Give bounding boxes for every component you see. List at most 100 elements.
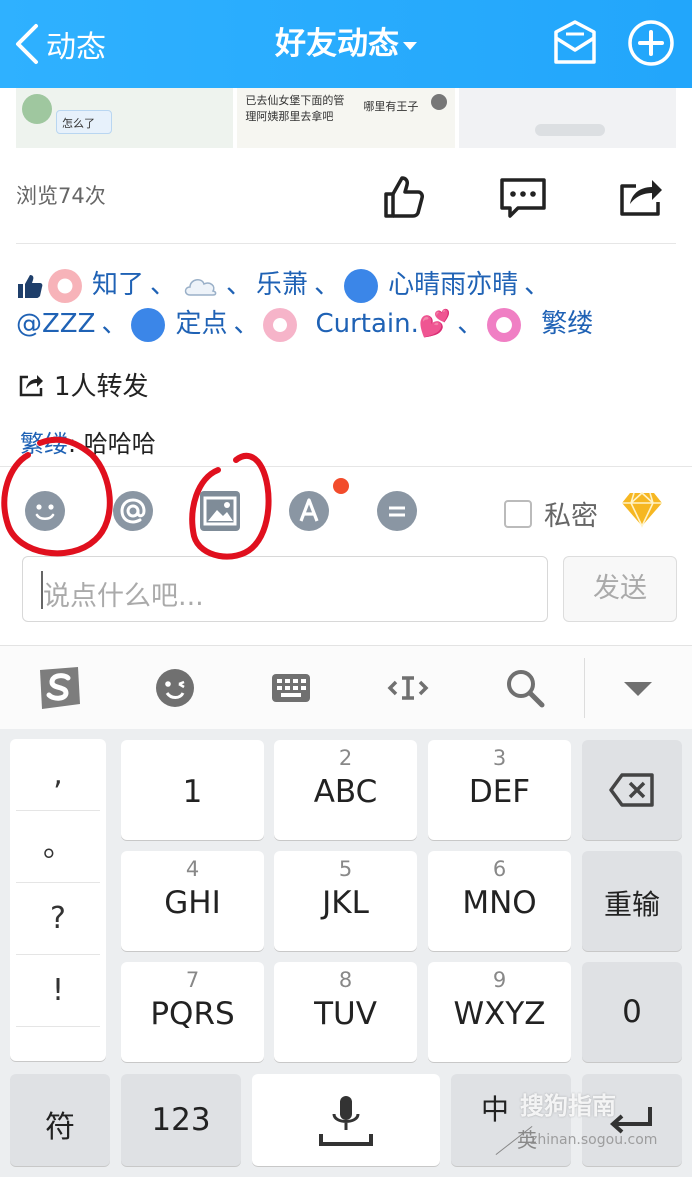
keyboard-icon[interactable] xyxy=(269,666,313,710)
space-voice-key[interactable] xyxy=(252,1074,440,1166)
key-number: 9 xyxy=(492,968,507,992)
key-3[interactable]: 3 DEF xyxy=(428,740,571,840)
key-6[interactable]: 6 MNO xyxy=(428,851,571,951)
image-icon[interactable] xyxy=(200,491,240,531)
microphone-icon xyxy=(319,1096,373,1146)
mention-icon[interactable] xyxy=(113,491,153,531)
emoji-wink-icon[interactable] xyxy=(153,666,197,710)
repost-count[interactable]: 1人转发 xyxy=(18,366,149,403)
like-icon[interactable] xyxy=(378,172,428,222)
punctuation-list[interactable]: , 。 ? ! xyxy=(10,739,106,1061)
mail-icon[interactable] xyxy=(550,18,600,68)
search-icon[interactable] xyxy=(503,666,547,710)
key-label: 中 xyxy=(481,1093,510,1126)
separator: 、 xyxy=(150,270,177,300)
key-1[interactable]: 1 xyxy=(121,740,264,840)
key-number: 6 xyxy=(492,857,507,881)
punct-key[interactable]: , xyxy=(16,739,100,811)
comment-input[interactable]: 说点什么吧... xyxy=(22,556,548,622)
key-7[interactable]: 7 PQRS xyxy=(121,962,264,1062)
separator: 、 xyxy=(524,270,551,300)
key-label: MNO xyxy=(462,885,537,921)
reinput-key[interactable]: 重输 xyxy=(582,851,682,951)
separator: 、 xyxy=(226,270,253,300)
avatar[interactable] xyxy=(263,307,298,342)
key-8[interactable]: 8 TUV xyxy=(274,962,417,1062)
post-image-strip[interactable]: 怎么了 已去仙女堡下面的管 理阿姨那里去拿吧 哪里有王子 xyxy=(16,88,676,148)
private-toggle[interactable]: 私密 xyxy=(504,494,598,533)
top-nav-bar: 动态 好友动态 xyxy=(0,0,692,88)
key-number: 7 xyxy=(185,968,200,992)
separator: 、 xyxy=(457,309,484,339)
key-label: PQRS xyxy=(150,996,235,1032)
key-2[interactable]: 2 ABC xyxy=(274,740,417,840)
avatar[interactable] xyxy=(487,307,522,342)
key-label: ABC xyxy=(313,774,378,810)
liker-name[interactable]: @ZZZ xyxy=(16,305,95,344)
liker-name[interactable]: 知了 xyxy=(92,266,144,305)
liker-name[interactable]: 繁缕 xyxy=(541,305,593,344)
key-label: TUV xyxy=(314,996,377,1032)
separator: 、 xyxy=(233,309,260,339)
avatar[interactable] xyxy=(344,268,379,303)
key-number: 8 xyxy=(338,968,353,992)
key-0[interactable]: 0 xyxy=(582,962,682,1062)
keyboard-toolbar xyxy=(0,645,692,729)
add-circle-icon[interactable] xyxy=(626,18,676,68)
key-number: 4 xyxy=(185,857,200,881)
thumbs-up-icon xyxy=(18,274,43,298)
cursor-move-icon[interactable] xyxy=(386,666,430,710)
comment-icon[interactable] xyxy=(498,172,548,222)
post-image[interactable]: 已去仙女堡下面的管 理阿姨那里去拿吧 哪里有王子 xyxy=(237,88,455,148)
page-title: 好友动态 xyxy=(275,26,399,62)
key-label: 0 xyxy=(622,994,642,1030)
cloud-icon xyxy=(184,278,217,296)
separator: 、 xyxy=(314,270,341,300)
key-label: DEF xyxy=(468,774,531,810)
key-label: JKL xyxy=(322,885,369,921)
key-label: WXYZ xyxy=(453,996,546,1032)
post-image[interactable]: 怎么了 xyxy=(16,88,234,148)
divider xyxy=(16,243,676,244)
emoji-icon[interactable] xyxy=(25,491,65,531)
comment-text: 哈哈哈 xyxy=(83,430,156,458)
liker-name[interactable]: 乐萧 xyxy=(256,266,308,305)
key-9[interactable]: 9 WXYZ xyxy=(428,962,571,1062)
key-5[interactable]: 5 JKL xyxy=(274,851,417,951)
post-image[interactable] xyxy=(458,88,676,148)
watermark-brand: 搜狗指南 xyxy=(520,1092,616,1120)
punct-key[interactable]: ! xyxy=(16,955,100,1027)
numbers-key[interactable]: 123 xyxy=(121,1074,241,1166)
backspace-key[interactable] xyxy=(582,740,682,840)
key-4[interactable]: 4 GHI xyxy=(121,851,264,951)
vip-diamond-icon[interactable] xyxy=(620,490,664,528)
comment-author[interactable]: 繁缕 xyxy=(20,430,68,458)
liker-name[interactable]: 定点 xyxy=(175,305,227,344)
punct-key[interactable]: 。 xyxy=(16,811,100,883)
sogou-logo-icon[interactable] xyxy=(34,664,84,712)
avatar[interactable] xyxy=(48,268,82,303)
thumb-text: 怎么了 xyxy=(62,117,95,130)
send-button[interactable]: 发送 xyxy=(563,556,677,622)
private-label: 私密 xyxy=(544,501,598,532)
separator: 、 xyxy=(101,309,128,339)
key-label: 重输 xyxy=(603,888,660,921)
collapse-keyboard-icon[interactable] xyxy=(616,666,660,710)
backspace-icon xyxy=(609,773,654,807)
divider xyxy=(584,658,585,718)
symbols-key[interactable]: 符 xyxy=(10,1074,110,1166)
comment-item[interactable]: 繁缕: 哈哈哈 xyxy=(20,424,156,459)
bubble-style-icon[interactable] xyxy=(377,491,417,531)
repost-label: 1人转发 xyxy=(54,372,149,402)
share-icon[interactable] xyxy=(616,172,666,222)
punct-key[interactable]: ? xyxy=(16,883,100,955)
liker-name[interactable]: Curtain.💕 xyxy=(315,305,451,344)
liker-name[interactable]: 心晴雨亦晴 xyxy=(388,266,518,305)
avatar[interactable] xyxy=(131,307,166,342)
avatar xyxy=(22,94,52,124)
likes-list: 知了、 、 乐萧、 心晴雨亦晴、 @ZZZ、 定点、 Curtain.💕、 繁缕 xyxy=(16,266,676,344)
font-style-icon[interactable] xyxy=(289,491,329,531)
private-checkbox[interactable] xyxy=(504,499,532,528)
comment-colon: : xyxy=(68,430,84,458)
input-placeholder: 说点什么吧... xyxy=(43,581,204,612)
